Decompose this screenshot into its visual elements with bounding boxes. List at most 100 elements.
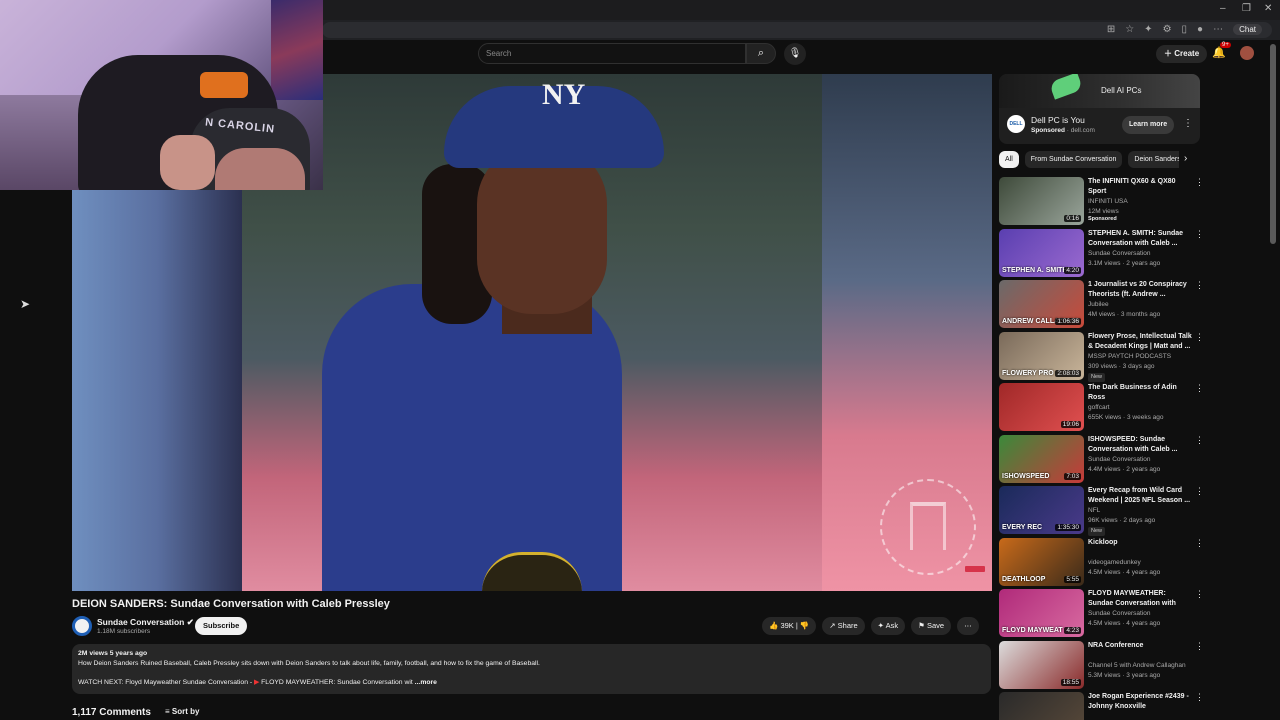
recommendation-item[interactable]: FLOWERY PRO 2:08:03 Flowery Prose, Intelle… <box>999 331 1204 382</box>
description-box[interactable]: 2M views 5 years ago How Deion Sanders R… <box>72 644 991 694</box>
bookmark-star-icon[interactable]: ☆ <box>1125 24 1134 35</box>
recommendation-menu-icon[interactable]: ⋮ <box>1195 177 1204 188</box>
recommendation-menu-icon[interactable]: ⋮ <box>1195 280 1204 291</box>
recommendation-item[interactable]: STEPHEN A. SMITH 4:20 STEPHEN A. SMITH: Su… <box>999 228 1204 277</box>
page-scrollbar[interactable] <box>1270 44 1276 244</box>
recommendation-channel[interactable]: Channel 5 with Andrew Callaghan <box>1088 661 1198 671</box>
sidebar-icon[interactable]: ▯ <box>1182 24 1188 35</box>
recommendation-item[interactable]: 18:55 NRA Conference Channel 5 with Andrew… <box>999 640 1204 689</box>
subscribe-button[interactable]: Subscribe <box>195 617 248 635</box>
install-icon[interactable]: ⊞ <box>1107 24 1115 35</box>
recommendation-channel[interactable]: Sundae Conversation <box>1088 455 1198 465</box>
watch-next-link[interactable]: FLOYD MAYWEATHER: Sundae Conversation wi… <box>261 679 413 686</box>
account-avatar[interactable] <box>1240 46 1254 60</box>
recommendation-title[interactable]: The INFINITI QX60 & QX80 Sport <box>1088 177 1192 197</box>
recommendation-menu-icon[interactable]: ⋮ <box>1195 589 1204 600</box>
video-thumbnail[interactable] <box>999 692 1084 720</box>
recommendation-menu-icon[interactable]: ⋮ <box>1195 383 1204 394</box>
recommendation-item[interactable]: 0:16 The INFINITI QX60 & QX80 Sport INFINI… <box>999 177 1204 225</box>
menu-dots-icon[interactable]: ⋯ <box>1213 24 1223 35</box>
create-button[interactable]: ＋ Create <box>1156 45 1208 63</box>
recommendation-channel[interactable]: Sundae Conversation <box>1088 249 1198 259</box>
sponsored-ad-card[interactable]: Dell AI PCs DELL Dell PC is You Sponsore… <box>999 74 1200 144</box>
show-more-link[interactable]: ...more <box>415 679 437 686</box>
recommendation-title[interactable]: FLOYD MAYWEATHER: Sundae Conversation wi… <box>1088 589 1192 609</box>
recommendation-menu-icon[interactable]: ⋮ <box>1195 486 1204 497</box>
recommendation-channel[interactable]: INFINITI USA <box>1088 197 1198 207</box>
recommendation-title[interactable]: Joe Rogan Experience #2439 - Johnny Knox… <box>1088 692 1192 712</box>
video-thumbnail[interactable]: 18:55 <box>999 640 1084 689</box>
sort-comments-button[interactable]: ≡ Sort by <box>165 707 199 716</box>
video-thumbnail[interactable]: FLOYD MAYWEAT 4:23 <box>999 589 1084 637</box>
maximize-icon[interactable]: ❐ <box>1242 3 1251 14</box>
recommendation-title[interactable]: ISHOWSPEED: Sundae Conversation with Cal… <box>1088 435 1192 455</box>
recommendation-menu-icon[interactable]: ⋮ <box>1195 229 1204 240</box>
chevron-right-icon[interactable]: › <box>1184 153 1187 164</box>
recommendation-channel[interactable]: Sundae Conversation <box>1088 609 1198 619</box>
video-thumbnail[interactable]: 0:16 <box>999 177 1084 225</box>
recommendation-title[interactable]: Kickloop <box>1088 538 1192 548</box>
video-thumbnail[interactable]: ANDREW CALLAGHAN 1:06:36 <box>999 280 1084 328</box>
recommendation-item[interactable]: 19:06 The Dark Business of Adin Ross goffc… <box>999 383 1204 431</box>
thumbs-up-icon: 👍 <box>769 621 779 630</box>
chip-all[interactable]: All <box>999 151 1019 168</box>
video-thumbnail[interactable]: STEPHEN A. SMITH 4:20 <box>999 228 1084 277</box>
channel-avatar[interactable] <box>72 616 92 636</box>
extension-icon[interactable]: ✦ <box>1144 24 1152 35</box>
learn-more-button[interactable]: Learn more <box>1122 116 1175 134</box>
voice-search-button[interactable]: 🎙 <box>784 43 806 65</box>
puzzle-icon[interactable]: ⚙ <box>1163 24 1172 35</box>
recommendation-item[interactable]: FLOYD MAYWEAT 4:23 FLOYD MAYWEATHER: Sunda… <box>999 589 1204 637</box>
verified-icon: ✔ <box>186 617 194 627</box>
channel-name[interactable]: Sundae Conversation ✔ <box>97 617 194 628</box>
recommendation-item[interactable]: ISHOWSPEED 7:03 ISHOWSPEED: Sundae Convers… <box>999 434 1204 483</box>
video-thumbnail[interactable]: ISHOWSPEED 7:03 <box>999 434 1084 483</box>
more-actions-button[interactable]: ⋯ <box>957 617 979 635</box>
more-dots-icon: ⋯ <box>964 621 972 630</box>
search-input[interactable]: Search <box>478 43 746 64</box>
recommendation-title[interactable]: NRA Conference <box>1088 641 1192 651</box>
video-thumbnail[interactable]: DEATHLOOP 5:55 <box>999 537 1084 586</box>
close-icon[interactable]: ✕ <box>1264 3 1272 14</box>
like-button[interactable]: 👍 39K | 👎 <box>762 617 817 635</box>
chip-from-channel[interactable]: From Sundae Conversation <box>1024 151 1123 168</box>
recommendation-channel[interactable]: Jubilee <box>1088 300 1198 310</box>
recommendation-item[interactable]: EVERY REC 1:35:30 Every Recap from Wild Ca… <box>999 486 1204 536</box>
video-thumbnail[interactable]: EVERY REC 1:35:30 <box>999 486 1084 534</box>
save-button[interactable]: ⚑ Save <box>911 617 952 635</box>
thumbnail-caption: EVERY REC <box>1002 524 1043 531</box>
recommendation-channel[interactable]: videogamedunkey <box>1088 558 1198 568</box>
recommendation-channel[interactable]: NFL <box>1088 506 1198 516</box>
recommendation-channel[interactable]: goffcart <box>1088 403 1198 413</box>
subscriber-count: 1.18M subscribers <box>97 628 151 635</box>
recommendation-title[interactable]: The Dark Business of Adin Ross <box>1088 383 1192 403</box>
dell-logo: DELL <box>1007 115 1025 133</box>
chip-deion-sanders[interactable]: Deion Sanders <box>1128 151 1179 168</box>
recommendation-title[interactable]: 1 Journalist vs 20 Conspiracy Theorists … <box>1088 280 1192 300</box>
ask-button[interactable]: ✦ Ask <box>870 617 906 635</box>
recommendation-menu-icon[interactable]: ⋮ <box>1195 641 1204 652</box>
recommendation-title[interactable]: STEPHEN A. SMITH: Sundae Conversation wi… <box>1088 229 1192 249</box>
chat-button[interactable]: Chat <box>1233 24 1262 35</box>
minimize-icon[interactable]: – <box>1220 3 1226 14</box>
video-duration: 18:55 <box>1060 678 1081 686</box>
watch-next-text: WATCH NEXT: Floyd Mayweather Sundae Conv… <box>78 679 255 686</box>
search-button[interactable]: ⌕ <box>746 43 776 64</box>
thumbs-down-icon[interactable]: 👎 <box>800 621 809 630</box>
recommendation-menu-icon[interactable]: ⋮ <box>1195 332 1204 343</box>
recommendation-channel[interactable]: MSSP PAYTCH PODCASTS <box>1088 352 1198 362</box>
profile-icon[interactable]: ● <box>1197 24 1203 35</box>
recommendation-item[interactable]: DEATHLOOP 5:55 Kickloop videogamedunkey 4.5M… <box>999 537 1204 586</box>
recommendation-menu-icon[interactable]: ⋮ <box>1195 435 1204 446</box>
recommendation-title[interactable]: Flowery Prose, Intellectual Talk & Decad… <box>1088 332 1192 352</box>
ad-menu-icon[interactable]: ⋮ <box>1183 118 1193 129</box>
recommendation-item[interactable]: ANDREW CALLAGHAN 1:06:36 1 Journalist vs 2… <box>999 280 1204 328</box>
share-button[interactable]: ↗ Share <box>822 617 865 635</box>
video-thumbnail[interactable]: 19:06 <box>999 383 1084 431</box>
recommendation-menu-icon[interactable]: ⋮ <box>1195 692 1204 703</box>
recommendation-menu-icon[interactable]: ⋮ <box>1195 538 1204 549</box>
recommendation-item[interactable]: Joe Rogan Experience #2439 - Johnny Knox… <box>999 692 1204 720</box>
recommendation-title[interactable]: Every Recap from Wild Card Weekend | 202… <box>1088 486 1192 506</box>
ask-label: Ask <box>885 621 899 630</box>
video-thumbnail[interactable]: FLOWERY PRO 2:08:03 <box>999 331 1084 380</box>
